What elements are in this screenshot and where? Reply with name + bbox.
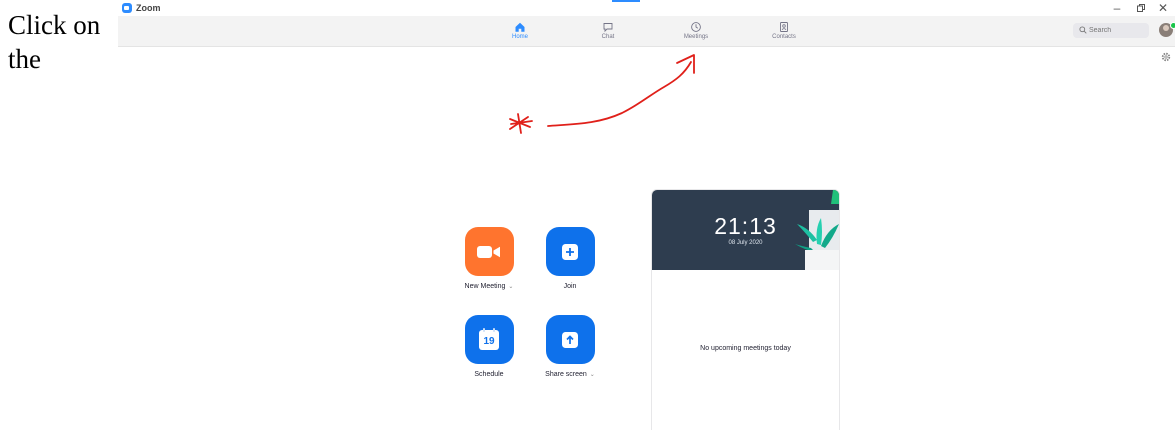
plus-icon [562,243,578,260]
new-meeting-button[interactable] [464,227,514,276]
restore-icon [1137,4,1145,12]
tab-contacts[interactable]: Contacts [754,21,814,40]
chat-icon [603,23,613,33]
tab-chat[interactable]: Chat [578,21,638,40]
chevron-down-icon[interactable]: ⌄ [508,284,513,290]
upcoming-meetings-card: 21:13 08 July 2020 No upcoming meetings … [651,189,840,430]
restore-button[interactable] [1132,0,1150,16]
title-bar: Zoom – ✕ [118,0,1175,16]
join-action[interactable]: Join [520,227,620,290]
share-screen-button[interactable] [545,315,595,364]
join-button[interactable] [545,227,595,276]
search-input[interactable] [1089,23,1145,38]
contacts-icon [780,22,788,32]
tab-home-label: Home [511,34,528,40]
video-camera-icon [477,245,500,258]
top-navigation: Home Chat Meetings Contacts Search [118,16,1175,47]
clock-date: 08 July 2020 [728,240,763,246]
search-icon [1079,26,1087,34]
window-title: Zoom [136,3,161,13]
gear-icon[interactable] [1161,52,1171,62]
share-screen-label: Share screen [545,371,587,378]
caption-line-2: the [8,44,41,74]
home-icon [515,22,525,32]
chevron-down-icon[interactable]: ⌄ [590,372,595,378]
join-label: Join [563,283,577,290]
tab-meetings[interactable]: Meetings [666,21,726,40]
caption-line-1: Click on [8,10,101,40]
tab-meetings-label: Meetings [683,34,709,40]
share-screen-action[interactable]: Share screen ⌄ [520,315,620,378]
tab-home[interactable]: Home [490,21,550,40]
clock-icon [691,22,701,32]
close-button[interactable]: ✕ [1154,0,1172,16]
instruction-caption: Click on the [8,8,118,76]
page: Click on the Zoom – ✕ Home Chat Meetings… [0,0,1175,430]
no-meetings-message: No upcoming meetings today [700,345,791,352]
tab-contacts-label: Contacts [772,34,796,40]
card-header: 21:13 08 July 2020 [652,190,839,270]
calendar-day: 19 [483,335,495,347]
new-meeting-label: New Meeting [464,283,506,290]
calendar-icon: 19 [479,327,499,350]
clock-time: 21:13 [714,213,777,239]
share-up-arrow-icon [562,331,578,348]
search-box[interactable] [1073,23,1149,38]
minimize-button[interactable]: – [1108,0,1126,16]
zoom-window: Zoom – ✕ Home Chat Meetings Contacts Sea… [118,0,1175,430]
title-accent-bar [612,0,640,2]
schedule-button[interactable]: 19 [464,315,514,364]
online-status-dot [1170,22,1175,29]
zoom-logo-icon [122,3,132,13]
tab-chat-label: Chat [601,34,615,40]
